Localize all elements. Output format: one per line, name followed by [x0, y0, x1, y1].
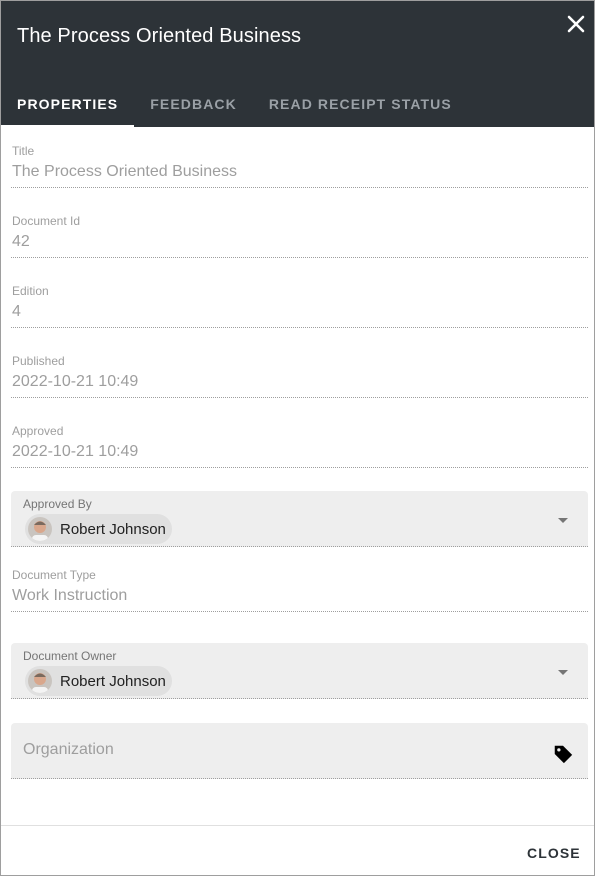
document-id-value: 42: [12, 233, 30, 250]
edition-field: Edition 4: [11, 267, 588, 337]
approved-field: Approved 2022-10-21 10:49: [11, 407, 588, 477]
published-field: Published 2022-10-21 10:49: [11, 337, 588, 407]
edition-label: Edition: [12, 284, 49, 298]
dialog-header: The Process Oriented Business PROPERTIES…: [1, 1, 594, 127]
approved-value: 2022-10-21 10:49: [12, 443, 139, 460]
avatar: [28, 669, 52, 693]
tab-bar: PROPERTIES FEEDBACK READ RECEIPT STATUS: [1, 81, 468, 127]
close-icon[interactable]: [563, 11, 589, 37]
field-underline: [11, 257, 588, 258]
document-properties-dialog: The Process Oriented Business PROPERTIES…: [0, 0, 595, 876]
chevron-down-icon[interactable]: [557, 669, 569, 677]
approved-label: Approved: [12, 424, 64, 438]
field-underline: [11, 327, 588, 328]
title-field: Title The Process Oriented Business: [11, 127, 588, 197]
document-owner-user-chip[interactable]: Robert Johnson: [25, 666, 172, 696]
approved-by-select[interactable]: Approved By Robert Johnson: [11, 491, 588, 547]
document-type-field: Document Type Work Instruction: [11, 551, 588, 621]
document-type-label: Document Type: [12, 568, 96, 582]
field-underline: [11, 698, 588, 699]
tag-icon[interactable]: [552, 743, 574, 765]
field-underline: [11, 778, 588, 779]
field-underline: [11, 187, 588, 188]
document-owner-label: Document Owner: [23, 649, 117, 663]
dialog-title: The Process Oriented Business: [17, 25, 302, 47]
title-field-value: The Process Oriented Business: [12, 163, 237, 180]
field-underline: [11, 546, 588, 547]
document-owner-name: Robert Johnson: [60, 672, 166, 690]
approved-by-label: Approved By: [23, 497, 92, 511]
approved-by-user-chip[interactable]: Robert Johnson: [25, 514, 172, 544]
field-underline: [11, 467, 588, 468]
chevron-down-icon[interactable]: [557, 517, 569, 525]
document-id-label: Document Id: [12, 214, 81, 228]
tab-read-receipt-status[interactable]: READ RECEIPT STATUS: [253, 81, 468, 127]
title-field-label: Title: [12, 144, 35, 158]
avatar: [28, 517, 52, 541]
approved-by-name: Robert Johnson: [60, 520, 166, 538]
tab-properties[interactable]: PROPERTIES: [1, 81, 135, 127]
tab-feedback[interactable]: FEEDBACK: [134, 81, 253, 127]
field-underline: [11, 611, 588, 612]
field-underline: [11, 397, 588, 398]
edition-value: 4: [12, 303, 21, 320]
close-button[interactable]: CLOSE: [517, 837, 591, 869]
dialog-footer: CLOSE: [1, 825, 594, 875]
organization-placeholder: Organization: [23, 741, 114, 758]
document-type-value: Work Instruction: [12, 587, 128, 604]
organization-input[interactable]: Organization: [11, 723, 588, 779]
published-label: Published: [12, 354, 65, 368]
published-value: 2022-10-21 10:49: [12, 373, 139, 390]
properties-panel: Title The Process Oriented Business Docu…: [11, 127, 588, 779]
document-owner-select[interactable]: Document Owner Robert Johnson: [11, 643, 588, 699]
document-id-field: Document Id 42: [11, 197, 588, 267]
